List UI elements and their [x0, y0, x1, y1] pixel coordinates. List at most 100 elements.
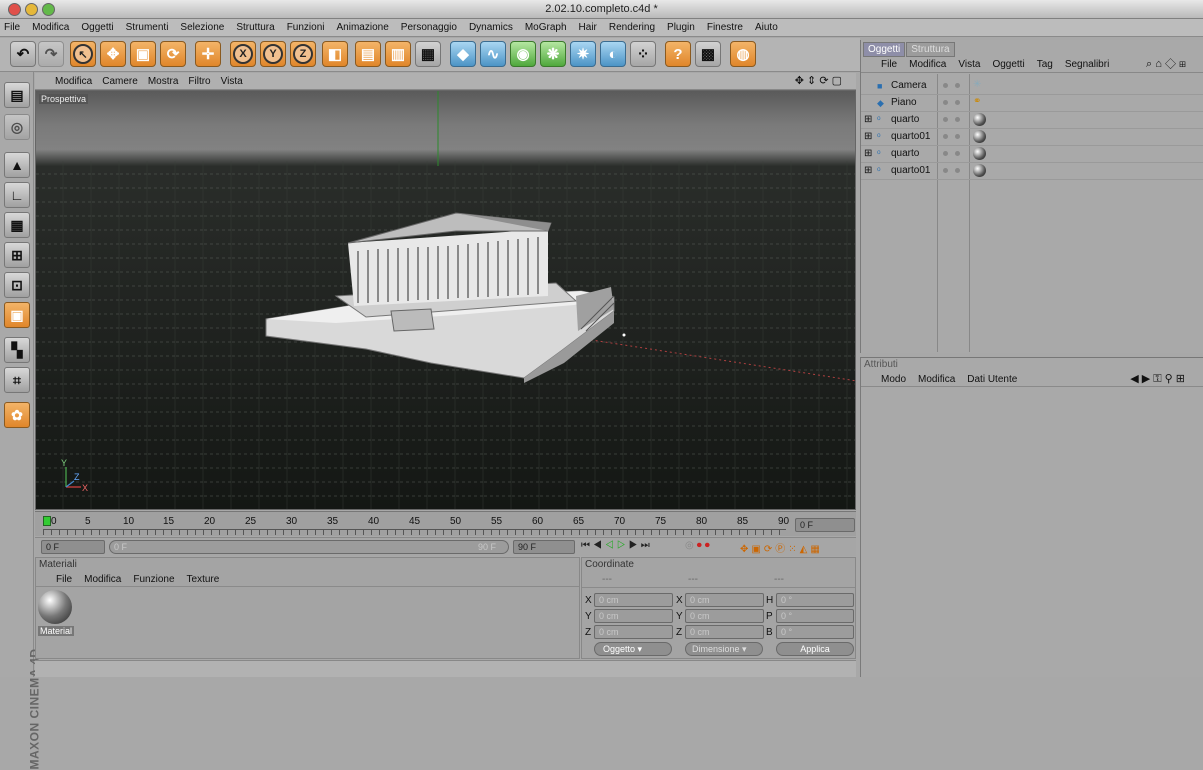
render-picture-viewer-icon[interactable]: ▥	[385, 41, 411, 67]
attributes-menu-modo[interactable]: Modo	[881, 374, 906, 385]
move-icon[interactable]: ✥	[100, 41, 126, 67]
render-dot[interactable]	[955, 117, 960, 122]
texture-mode-icon[interactable]: ⊞	[4, 242, 30, 268]
object-row-quarto[interactable]: ⊞ ⁰ quarto	[861, 146, 1203, 163]
rotation-b-field[interactable]: 0 °	[776, 625, 854, 639]
expand-icon[interactable]: ⊞	[864, 131, 872, 142]
objects-menu-segnalibri[interactable]: Segnalibri	[1065, 59, 1109, 70]
menu-selezione[interactable]: Selezione	[180, 22, 224, 33]
menu-oggetti[interactable]: Oggetti	[81, 22, 113, 33]
key-pla-icon[interactable]: ⁙	[788, 544, 799, 555]
visibility-dot[interactable]	[943, 168, 948, 173]
checker-icon[interactable]: ▚	[4, 337, 30, 363]
object-row-camera[interactable]: ■ Camera ✳	[861, 78, 1203, 95]
menu-rendering[interactable]: Rendering	[609, 22, 655, 33]
visibility-dot[interactable]	[943, 151, 948, 156]
menu-modifica[interactable]: Modifica	[32, 22, 69, 33]
objects-menu-oggetti[interactable]: Oggetti	[992, 59, 1024, 70]
autokey-icon[interactable]: ⏺	[705, 540, 713, 551]
size-mode-select[interactable]: Dimensione ▾	[685, 642, 763, 656]
key-position-icon[interactable]: ✥	[740, 544, 751, 555]
menu-aiuto[interactable]: Aiuto	[755, 22, 778, 33]
render-dot[interactable]	[955, 168, 960, 173]
materials-menu-texture[interactable]: Texture	[187, 574, 220, 585]
scale-icon[interactable]: ▣	[130, 41, 156, 67]
go-to-start-icon[interactable]: ⏮	[581, 540, 593, 551]
viewport-navigation-icons[interactable]: ✥ ⇕ ⟳ ▢	[795, 74, 842, 87]
render-dot[interactable]	[955, 151, 960, 156]
texture-tag-icon[interactable]: ⚭	[973, 96, 981, 107]
size-x-field[interactable]: 0 cm	[685, 593, 764, 607]
interpolation-icon[interactable]: ◭	[800, 544, 811, 555]
end-frame-field[interactable]: 90 F	[513, 540, 575, 554]
material-swatch[interactable]: Material	[38, 590, 74, 638]
materials-menu-funzione[interactable]: Funzione	[133, 574, 174, 585]
material-tag-icon[interactable]	[973, 130, 986, 143]
object-row-quarto[interactable]: ⊞ ⁰ quarto	[861, 112, 1203, 129]
viewport-menu-mostra[interactable]: Mostra	[148, 76, 179, 87]
select-icon[interactable]: ↖	[70, 41, 96, 67]
z-axis-icon[interactable]: Z	[290, 41, 316, 67]
paint-icon[interactable]: ✿	[4, 402, 30, 428]
objects-menu-vista[interactable]: Vista	[958, 59, 980, 70]
materials-menu-file[interactable]: File	[56, 574, 72, 585]
expand-icon[interactable]: ⊞	[864, 114, 872, 125]
nurbs-icon[interactable]: ◉	[510, 41, 536, 67]
material-tag-icon[interactable]	[973, 164, 986, 177]
objects-menu-file[interactable]: File	[881, 59, 897, 70]
menu-hair[interactable]: Hair	[579, 22, 597, 33]
timeline-ruler[interactable]: 0 5 10 15 20 25 30 35 40 45 50 55 60 65 …	[35, 511, 856, 536]
viewport-menu-filtro[interactable]: Filtro	[188, 76, 210, 87]
material-tag-icon[interactable]	[973, 147, 986, 160]
tweak-mode-icon[interactable]: ▣	[4, 302, 30, 328]
apply-button[interactable]: Applica	[776, 642, 854, 656]
position-y-field[interactable]: 0 cm	[594, 609, 673, 623]
menu-file[interactable]: File	[4, 22, 20, 33]
web-icon[interactable]: ◍	[730, 41, 756, 67]
object-row-piano[interactable]: ◆ Piano ⚭	[861, 95, 1203, 112]
visibility-dot[interactable]	[943, 134, 948, 139]
object-row-quarto01[interactable]: ⊞ ⁰ quarto01	[861, 129, 1203, 146]
rotation-h-field[interactable]: 0 °	[776, 593, 854, 607]
timeline-playhead[interactable]	[43, 516, 51, 526]
menu-personaggio[interactable]: Personaggio	[401, 22, 457, 33]
attributes-menu-dati-utente[interactable]: Dati Utente	[967, 374, 1017, 385]
size-z-field[interactable]: 0 cm	[685, 625, 764, 639]
viewport-menu-vista[interactable]: Vista	[221, 76, 243, 87]
objects-menu-modifica[interactable]: Modifica	[909, 59, 946, 70]
scheme-icon[interactable]: ▦	[810, 544, 822, 555]
particles-icon[interactable]: ⁘	[630, 41, 656, 67]
menu-dynamics[interactable]: Dynamics	[469, 22, 513, 33]
menu-funzioni[interactable]: Funzioni	[287, 22, 325, 33]
attributes-menu-modifica[interactable]: Modifica	[918, 374, 955, 385]
play-forward-icon[interactable]: ▷	[617, 540, 629, 551]
render-view-icon[interactable]: ▤	[355, 41, 381, 67]
play-backward-icon[interactable]: ◁	[605, 540, 617, 551]
render-settings-icon[interactable]: ▦	[415, 41, 441, 67]
array-icon[interactable]: ❋	[540, 41, 566, 67]
record-controls[interactable]: ◎⏺⏺	[685, 540, 713, 551]
object-row-quarto01[interactable]: ⊞ ⁰ quarto01	[861, 163, 1203, 180]
live-select-icon[interactable]: ▩	[695, 41, 721, 67]
viewport-menu-camere[interactable]: Camere	[102, 76, 138, 87]
visibility-dot[interactable]	[943, 117, 948, 122]
snap-icon[interactable]: ⌗	[4, 367, 30, 393]
menu-animazione[interactable]: Animazione	[337, 22, 389, 33]
x-axis-icon[interactable]: X	[230, 41, 256, 67]
attributes-nav-icons[interactable]: ◀ ▶ ⚿ ⚲ ⊞	[1130, 372, 1185, 386]
scene-icon[interactable]: ◐	[600, 41, 626, 67]
materials-menu-modifica[interactable]: Modifica	[84, 574, 121, 585]
undo-icon[interactable]: ↶	[10, 41, 36, 67]
menu-plugin[interactable]: Plugin	[667, 22, 695, 33]
menu-strumenti[interactable]: Strumenti	[126, 22, 169, 33]
workplane-mode-icon[interactable]: ⊡	[4, 272, 30, 298]
material-tag-icon[interactable]	[973, 113, 986, 126]
coordinate-mode-select[interactable]: Oggetto ▾	[594, 642, 672, 656]
render-dot[interactable]	[955, 134, 960, 139]
help-icon[interactable]: ?	[665, 41, 691, 67]
size-y-field[interactable]: 0 cm	[685, 609, 764, 623]
rotation-p-field[interactable]: 0 °	[776, 609, 854, 623]
visibility-dot[interactable]	[943, 100, 948, 105]
menu-struttura[interactable]: Struttura	[236, 22, 274, 33]
use-point-mode-icon[interactable]: ▲	[4, 152, 30, 178]
